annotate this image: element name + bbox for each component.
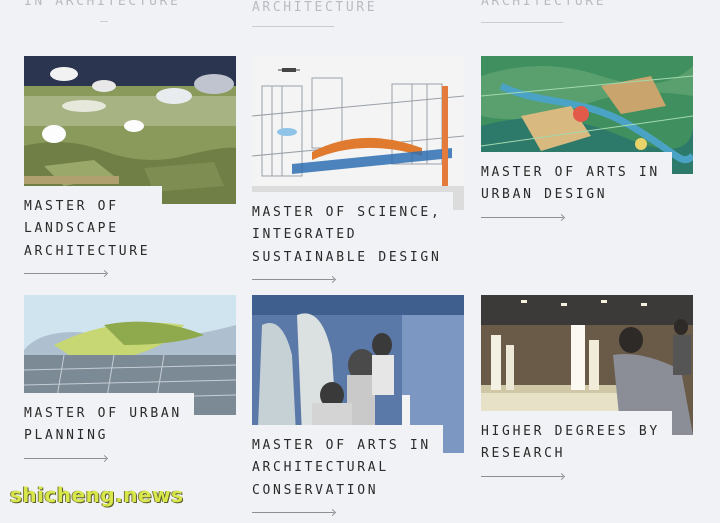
program-caption-architectural-conservation: MASTER OF ARTS IN ARCHITECTURAL CONSERVA…	[252, 425, 443, 523]
program-caption-higher-degrees-by-research: HIGHER DEGREES BY RESEARCH	[481, 411, 672, 487]
program-card-architectural-conservation[interactable]: MASTER OF ARTS IN ARCHITECTURAL CONSERVA…	[252, 295, 464, 523]
program-caption-integrated-sustainable-design: MASTER OF SCIENCE, INTEGRATED SUSTAINABL…	[252, 192, 454, 291]
program-card-urban-design[interactable]: MASTER OF ARTS IN URBAN DESIGN	[481, 56, 693, 228]
top-label-2: ARCHITECTURE	[252, 0, 378, 15]
sustainable-design-rendering-image[interactable]	[252, 56, 464, 210]
program-caption-urban-design: MASTER OF ARTS IN URBAN DESIGN	[481, 152, 672, 228]
top-label-3: ARCHITECTURE	[481, 0, 607, 9]
top-label-1: IN ARCHITECTURE	[24, 0, 181, 9]
program-card-urban-planning[interactable]: MASTER OF URBAN PLANNING	[24, 295, 236, 469]
program-caption-urban-planning: MASTER OF URBAN PLANNING	[24, 393, 194, 469]
program-card-higher-degrees-by-research[interactable]: HIGHER DEGREES BY RESEARCH	[481, 295, 693, 487]
arrow-icon[interactable]	[481, 475, 563, 477]
top-rule-3	[481, 22, 563, 23]
watermark: shicheng.news	[10, 483, 184, 507]
arrow-icon[interactable]	[481, 216, 563, 218]
arrow-icon[interactable]	[24, 273, 106, 275]
arrow-icon[interactable]	[252, 279, 334, 281]
program-card-landscape-architecture[interactable]: MASTER OF LANDSCAPE ARCHITECTURE	[24, 56, 236, 285]
program-card-integrated-sustainable-design[interactable]: MASTER OF SCIENCE, INTEGRATED SUSTAINABL…	[252, 56, 464, 291]
top-rule-1	[100, 21, 108, 22]
arrow-icon[interactable]	[24, 457, 106, 459]
program-caption-landscape-architecture: MASTER OF LANDSCAPE ARCHITECTURE	[24, 186, 163, 285]
landscape-aerial-image[interactable]	[24, 56, 236, 204]
top-rule-2	[252, 26, 334, 27]
